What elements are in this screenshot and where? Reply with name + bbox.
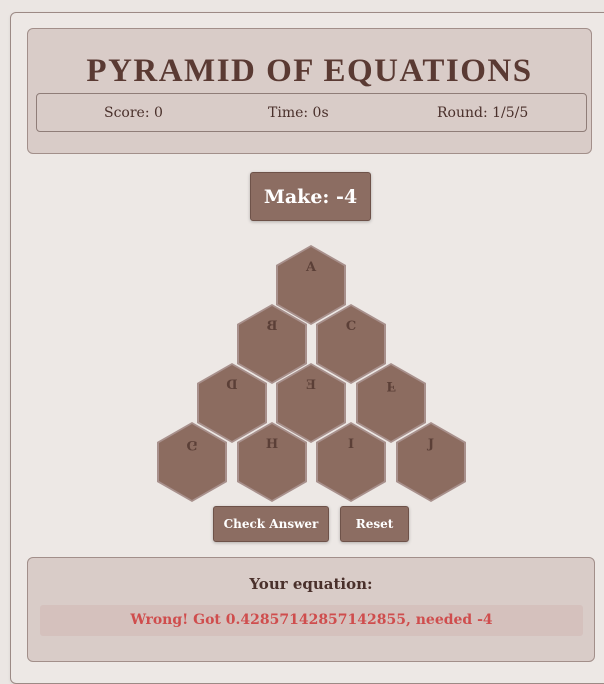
hex-label-c: C bbox=[345, 319, 357, 334]
game-title: PYRAMID OF EQUATIONS bbox=[86, 53, 533, 89]
hex-label-e: E bbox=[306, 378, 316, 393]
equation-label: Your equation: bbox=[249, 575, 373, 593]
hex-label-f: F bbox=[386, 378, 396, 393]
hex-label-b: B bbox=[266, 319, 278, 334]
header-panel: PYRAMID OF EQUATIONS Score: 0 Time: 0s R… bbox=[27, 28, 592, 154]
hex-label-h: H bbox=[265, 437, 279, 452]
hex-label-d: D bbox=[226, 378, 238, 393]
time-display: Time: 0s bbox=[268, 105, 329, 121]
hex-label-j: J bbox=[427, 437, 435, 452]
check-answer-button[interactable]: Check Answer bbox=[213, 506, 329, 542]
target-value: Make: -4 bbox=[250, 172, 371, 221]
feedback-message: Wrong! Got 0.42857142857142855, needed -… bbox=[40, 605, 583, 636]
reset-button[interactable]: Reset bbox=[340, 506, 409, 542]
hex-label-g: G bbox=[186, 437, 198, 452]
score-display: Score: 0 bbox=[104, 105, 163, 121]
equation-panel: Your equation: Wrong! Got 0.428571428571… bbox=[27, 557, 595, 662]
game-container: PYRAMID OF EQUATIONS Score: 0 Time: 0s R… bbox=[10, 12, 604, 684]
hex-label-a: A bbox=[305, 260, 317, 275]
hex-label-i: I bbox=[347, 437, 355, 452]
round-display: Round: 1/5/5 bbox=[437, 105, 529, 121]
stats-bar: Score: 0 Time: 0s Round: 1/5/5 bbox=[36, 93, 587, 132]
